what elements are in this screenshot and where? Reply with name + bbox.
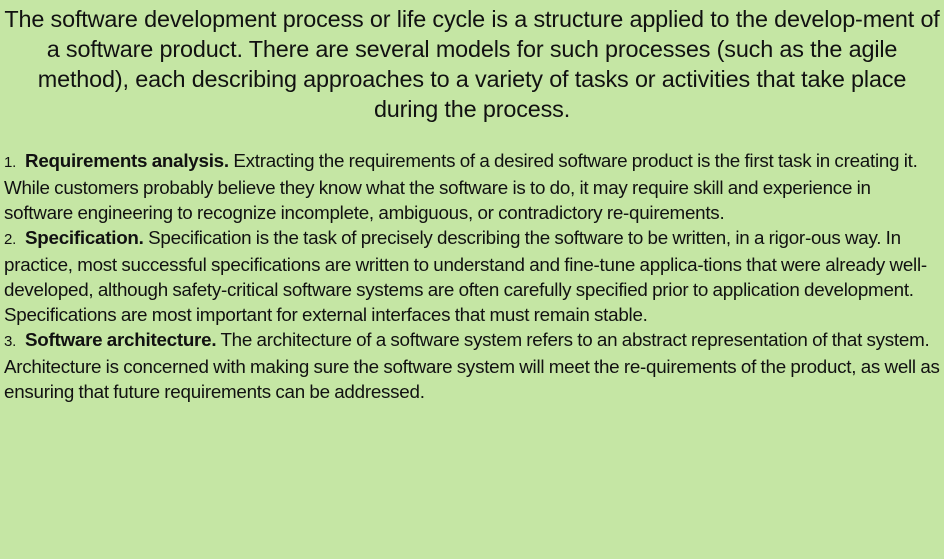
step-title: Specification. xyxy=(25,227,144,248)
document-page: The software development process or life… xyxy=(0,0,944,559)
steps-list: 1. Requirements analysis. Extracting the … xyxy=(4,148,940,404)
step-number: 1. xyxy=(4,154,17,171)
step-number: 3. xyxy=(4,333,17,350)
step-number: 2. xyxy=(4,231,17,248)
step-item-specification: 2. Specification. Specification is the ta… xyxy=(4,225,940,327)
step-title: Software architecture. xyxy=(25,329,217,350)
intro-paragraph: The software development process or life… xyxy=(4,6,940,122)
step-item-software-architecture: 3. Software architecture. The architectur… xyxy=(4,327,940,404)
step-item-requirements-analysis: 1. Requirements analysis. Extracting the … xyxy=(4,148,940,225)
step-title: Requirements analysis. xyxy=(25,150,229,171)
